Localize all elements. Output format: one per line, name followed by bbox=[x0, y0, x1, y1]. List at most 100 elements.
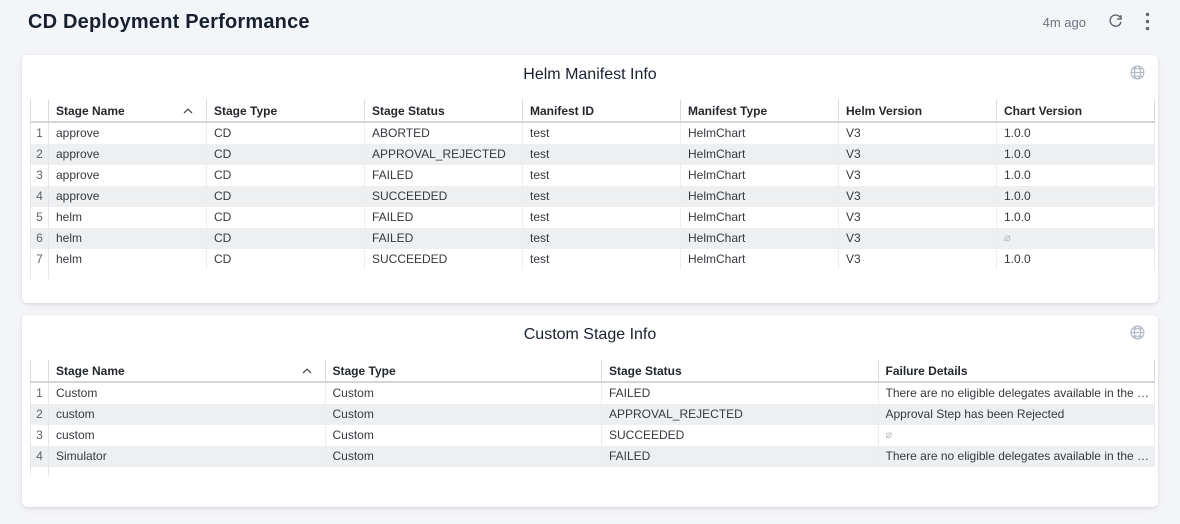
last-refresh-label: 4m ago bbox=[1043, 15, 1086, 30]
table-cell: SUCCEEDED bbox=[602, 425, 879, 446]
column-header-stage-status[interactable]: Stage Status bbox=[365, 100, 523, 121]
panel-helm-manifest-info: Helm Manifest Info Stage NameStage TypeS… bbox=[22, 55, 1158, 303]
table-cell: 1.0.0 bbox=[997, 249, 1155, 270]
table-cell: HelmChart bbox=[681, 228, 839, 249]
refresh-button[interactable] bbox=[1107, 13, 1124, 33]
custom-stage-table: Stage Name Stage Type Stage Status Failure … bbox=[30, 360, 1155, 476]
globe-timezone-icon[interactable] bbox=[1129, 324, 1146, 341]
table-cell: approve bbox=[49, 165, 207, 186]
column-header-stage-name[interactable]: Stage Name bbox=[49, 360, 326, 381]
table-row: 4approveCDSUCCEEDEDtestHelmChartV31.0.0 bbox=[30, 186, 1155, 207]
panel-header: Custom Stage Info bbox=[22, 315, 1158, 355]
table-tail bbox=[30, 467, 49, 476]
table-cell: approve bbox=[49, 186, 207, 207]
column-header-stage-status[interactable]: Stage Status bbox=[602, 360, 879, 381]
table-cell: APPROVAL_REJECTED bbox=[602, 404, 879, 425]
table-cell: test bbox=[523, 144, 681, 165]
table-cell: CD bbox=[207, 207, 365, 228]
table-cell: V3 bbox=[839, 165, 997, 186]
row-number: 4 bbox=[30, 446, 49, 467]
table-cell: ABORTED bbox=[365, 123, 523, 144]
table-cell: APPROVAL_REJECTED bbox=[365, 144, 523, 165]
table-tail bbox=[30, 270, 49, 279]
table-cell: CD bbox=[207, 228, 365, 249]
table-cell: There are no eligible delegates availabl… bbox=[879, 383, 1156, 404]
table-cell: ⌀ bbox=[997, 228, 1155, 249]
column-header-manifest-type[interactable]: Manifest Type bbox=[681, 100, 839, 121]
table-cell: 1.0.0 bbox=[997, 144, 1155, 165]
table-row: 3customCustomSUCCEEDED⌀ bbox=[30, 425, 1155, 446]
table-cell: custom bbox=[49, 425, 326, 446]
panel-custom-stage-info: Custom Stage Info Stage NameStage TypeSt… bbox=[22, 315, 1158, 507]
table-cell: custom bbox=[49, 404, 326, 425]
table-cell: CD bbox=[207, 144, 365, 165]
table-row: 2customCustomAPPROVAL_REJECTEDApproval S… bbox=[30, 404, 1155, 425]
table-cell: test bbox=[523, 123, 681, 144]
row-number: 3 bbox=[30, 425, 49, 446]
table-cell: test bbox=[523, 207, 681, 228]
table-row: 4SimulatorCustomFAILEDThere are no eligi… bbox=[30, 446, 1155, 467]
table-cell: FAILED bbox=[365, 165, 523, 186]
column-header-label: Failure Details bbox=[886, 361, 968, 381]
table-cell: approve bbox=[49, 123, 207, 144]
column-header-stage-type[interactable]: Stage Type bbox=[326, 360, 603, 381]
table-row: 6helmCDFAILEDtestHelmChartV3⌀ bbox=[30, 228, 1155, 249]
table-cell: FAILED bbox=[602, 383, 879, 404]
table-cell: Custom bbox=[326, 383, 603, 404]
table-cell: Simulator bbox=[49, 446, 326, 467]
column-header-helm-version[interactable]: Helm Version bbox=[839, 100, 997, 121]
dashboard-controls: 4m ago bbox=[1043, 13, 1150, 33]
column-header-label: Stage Type bbox=[214, 101, 277, 121]
helm-manifest-table: Stage Name Stage Type Stage Status Manifest… bbox=[30, 100, 1155, 279]
sort-ascending-icon bbox=[183, 108, 193, 114]
table-cell: CD bbox=[207, 249, 365, 270]
table-cell: HelmChart bbox=[681, 123, 839, 144]
table-header-row: Stage Name Stage Type Stage Status Manifest… bbox=[30, 100, 1155, 123]
table-cell: HelmChart bbox=[681, 144, 839, 165]
table-cell: CD bbox=[207, 186, 365, 207]
column-header-chart-version[interactable]: Chart Version bbox=[997, 100, 1155, 121]
kebab-menu-icon bbox=[1145, 12, 1150, 34]
table-row: 5helmCDFAILEDtestHelmChartV31.0.0 bbox=[30, 207, 1155, 228]
refresh-icon bbox=[1107, 13, 1124, 33]
row-number: 1 bbox=[30, 123, 49, 144]
table-cell: Custom bbox=[326, 425, 603, 446]
row-number: 2 bbox=[30, 144, 49, 165]
table-cell: FAILED bbox=[365, 228, 523, 249]
panel-title: Custom Stage Info bbox=[22, 315, 1158, 344]
table-cell: ⌀ bbox=[879, 425, 1156, 446]
column-header-label: Manifest ID bbox=[530, 101, 594, 121]
column-header-stage-name[interactable]: Stage Name bbox=[49, 100, 207, 121]
column-header-stage-type[interactable]: Stage Type bbox=[207, 100, 365, 121]
table-cell: SUCCEEDED bbox=[365, 186, 523, 207]
table-cell: FAILED bbox=[602, 446, 879, 467]
table-cell: 1.0.0 bbox=[997, 207, 1155, 228]
column-header-label: Helm Version bbox=[846, 101, 922, 121]
row-number: 2 bbox=[30, 404, 49, 425]
table-cell: V3 bbox=[839, 249, 997, 270]
table-cell: V3 bbox=[839, 228, 997, 249]
table-row: 3approveCDFAILEDtestHelmChartV31.0.0 bbox=[30, 165, 1155, 186]
table-row: 2approveCDAPPROVAL_REJECTEDtestHelmChart… bbox=[30, 144, 1155, 165]
column-header-label: Stage Type bbox=[333, 361, 396, 381]
column-header-label: Stage Status bbox=[609, 361, 682, 381]
globe-timezone-icon[interactable] bbox=[1129, 64, 1146, 81]
row-number: 7 bbox=[30, 249, 49, 270]
table-cell: V3 bbox=[839, 186, 997, 207]
table-cell: approve bbox=[49, 144, 207, 165]
table-cell: CD bbox=[207, 165, 365, 186]
table-cell: Custom bbox=[326, 446, 603, 467]
table-cell: 1.0.0 bbox=[997, 123, 1155, 144]
table-cell: HelmChart bbox=[681, 165, 839, 186]
table-cell: 1.0.0 bbox=[997, 186, 1155, 207]
table-cell: V3 bbox=[839, 144, 997, 165]
column-header-manifest-id[interactable]: Manifest ID bbox=[523, 100, 681, 121]
page-title: CD Deployment Performance bbox=[28, 11, 310, 34]
column-header-label: Stage Status bbox=[372, 101, 445, 121]
table-cell: HelmChart bbox=[681, 249, 839, 270]
table-cell: There are no eligible delegates availabl… bbox=[879, 446, 1156, 467]
column-header-failure-details[interactable]: Failure Details bbox=[879, 360, 1156, 381]
column-header-label: Chart Version bbox=[1004, 101, 1082, 121]
table-cell: Custom bbox=[326, 404, 603, 425]
dashboard-menu-button[interactable] bbox=[1145, 13, 1150, 33]
